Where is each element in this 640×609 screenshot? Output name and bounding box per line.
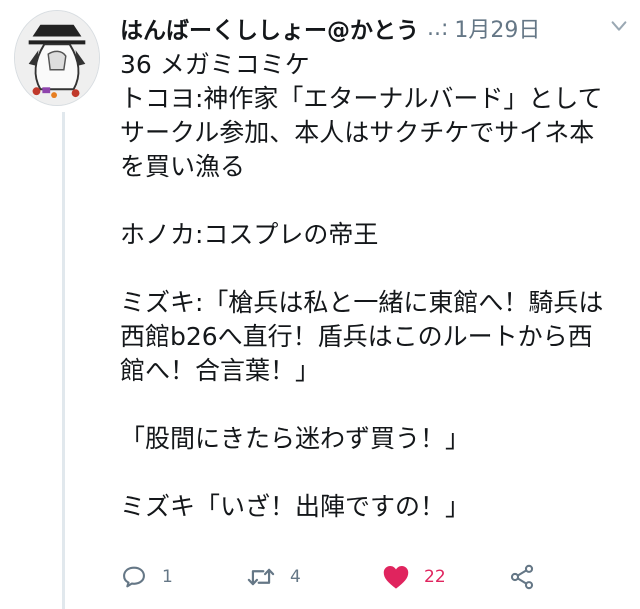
share-icon	[510, 564, 534, 590]
tweet-text-line: ホノカ:コスプレの帝王	[120, 220, 379, 249]
tweet-text-line: 館へ！合言葉！」	[120, 356, 321, 385]
author-name[interactable]: はんばーくししょー@かとう	[120, 11, 419, 45]
tweet-text-line: ミズキ「いざ！出陣ですの！」	[120, 492, 471, 521]
tweet-text-line: ミズキ:「槍兵は私と一緒に東館へ！騎兵は	[120, 288, 604, 317]
retweet-count: 4	[290, 567, 301, 587]
like-button[interactable]: 22	[382, 564, 446, 590]
tweet-text-line	[120, 456, 632, 490]
like-count: 22	[424, 567, 446, 587]
tweet-text-line: 「股間にきたら迷わず買う！」	[120, 424, 471, 453]
tweet-header: はんばーくししょー@かとう ..: 1月29日	[120, 10, 632, 46]
tweet-text-line	[120, 252, 632, 286]
thread-line	[62, 112, 65, 609]
reply-count: 1	[162, 567, 173, 587]
tweet-actions: 1 4 22	[120, 557, 560, 597]
avatar-image	[15, 11, 99, 105]
chevron-down-icon[interactable]	[608, 15, 630, 41]
avatar[interactable]	[14, 10, 100, 106]
retweet-icon	[247, 568, 275, 586]
tweet-text-line	[120, 388, 632, 422]
tweet-text-line: サークル参加、本人はサクチケでサイネ本	[120, 118, 595, 147]
tweet-text-line: トコヨ:神作家「エターナルバード」として	[120, 84, 603, 113]
retweet-button[interactable]: 4	[246, 563, 301, 591]
reply-icon	[123, 566, 145, 588]
tweet-text-line	[120, 184, 632, 218]
tweet-text: 36 メガミコミケトコヨ:神作家「エターナルバード」として サークル参加、本人はサ…	[120, 48, 632, 524]
tweet-date[interactable]: 1月29日	[454, 12, 540, 44]
more-indicator: ..:	[427, 15, 449, 41]
reply-button[interactable]: 1	[120, 563, 173, 591]
tweet-text-line: 西館b26へ直行！盾兵はこのルートから西	[120, 322, 593, 351]
tweet-text-line: を買い漁る	[120, 152, 246, 181]
heart-icon	[383, 566, 409, 589]
tweet-text-line: 36 メガミコミケ	[120, 50, 310, 79]
share-button[interactable]	[508, 563, 536, 591]
tweet: はんばーくししょー@かとう ..: 1月29日 36 メガミコミケトコヨ:神作家…	[120, 10, 632, 524]
